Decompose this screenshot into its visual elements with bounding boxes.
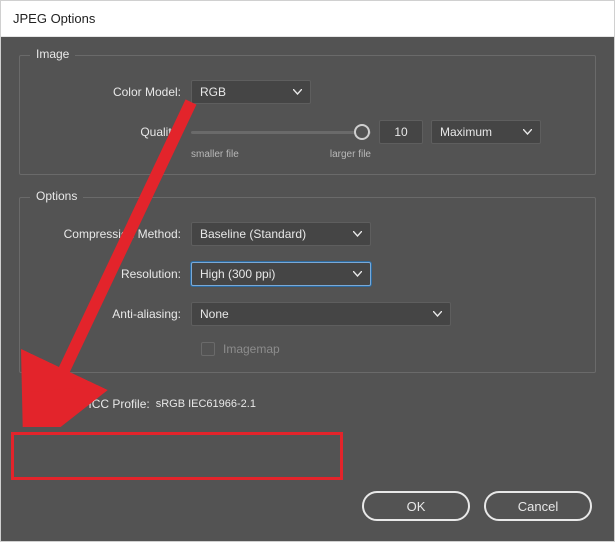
- jpeg-options-dialog: JPEG Options Image Color Model: RGB Qual…: [0, 0, 615, 542]
- quality-preset-select[interactable]: Maximum: [431, 120, 541, 144]
- ok-button[interactable]: OK: [362, 491, 470, 521]
- embed-icc-value: sRGB IEC61966-2.1: [156, 398, 256, 410]
- resolution-select[interactable]: High (300 ppi): [191, 262, 371, 286]
- antialias-value: None: [200, 307, 229, 321]
- window-title: JPEG Options: [13, 11, 95, 26]
- embed-icc-checkbox[interactable]: [25, 397, 39, 411]
- imagemap-label: Imagemap: [223, 342, 280, 356]
- slider-thumb[interactable]: [354, 124, 370, 140]
- compression-value: Baseline (Standard): [200, 227, 306, 241]
- quality-value: 10: [394, 125, 407, 139]
- resolution-row: Resolution: High (300 ppi): [36, 262, 579, 286]
- quality-label: Quality:: [36, 125, 191, 139]
- imagemap-checkbox: [201, 342, 215, 356]
- quality-row: Quality: smaller file larger file 10 Max…: [36, 120, 579, 144]
- chevron-down-icon: [293, 89, 302, 95]
- color-model-row: Color Model: RGB: [36, 80, 579, 104]
- options-group-legend: Options: [30, 189, 83, 203]
- slider-max-caption: larger file: [330, 149, 371, 160]
- chevron-down-icon: [353, 271, 362, 277]
- embed-icc-row[interactable]: Embed ICC Profile: sRGB IEC61966-2.1: [19, 389, 596, 419]
- antialias-select[interactable]: None: [191, 302, 451, 326]
- chevron-down-icon: [353, 231, 362, 237]
- dialog-body: Image Color Model: RGB Quality: smaller …: [1, 37, 614, 541]
- slider-min-caption: smaller file: [191, 149, 239, 160]
- chevron-down-icon: [433, 311, 442, 317]
- antialias-row: Anti-aliasing: None: [36, 302, 579, 326]
- cancel-button[interactable]: Cancel: [484, 491, 592, 521]
- compression-label: Compression Method:: [36, 227, 191, 241]
- compression-select[interactable]: Baseline (Standard): [191, 222, 371, 246]
- antialias-label: Anti-aliasing:: [36, 307, 191, 321]
- annotation-highlight-box: [11, 432, 343, 480]
- color-model-select[interactable]: RGB: [191, 80, 311, 104]
- color-model-label: Color Model:: [36, 85, 191, 99]
- image-group: Image Color Model: RGB Quality: smaller …: [19, 55, 596, 175]
- titlebar: JPEG Options: [1, 1, 614, 37]
- quality-value-input[interactable]: 10: [379, 120, 423, 144]
- quality-preset-value: Maximum: [440, 125, 492, 139]
- dialog-footer: OK Cancel: [362, 491, 592, 521]
- quality-slider[interactable]: smaller file larger file: [191, 131, 371, 134]
- slider-track: [191, 131, 371, 134]
- embed-icc-label: Embed ICC Profile:: [47, 397, 150, 411]
- resolution-value: High (300 ppi): [200, 267, 275, 281]
- color-model-value: RGB: [200, 85, 226, 99]
- resolution-label: Resolution:: [36, 267, 191, 281]
- image-group-legend: Image: [30, 47, 75, 61]
- chevron-down-icon: [523, 129, 532, 135]
- options-group: Options Compression Method: Baseline (St…: [19, 197, 596, 373]
- imagemap-row: Imagemap: [201, 342, 579, 356]
- compression-row: Compression Method: Baseline (Standard): [36, 222, 579, 246]
